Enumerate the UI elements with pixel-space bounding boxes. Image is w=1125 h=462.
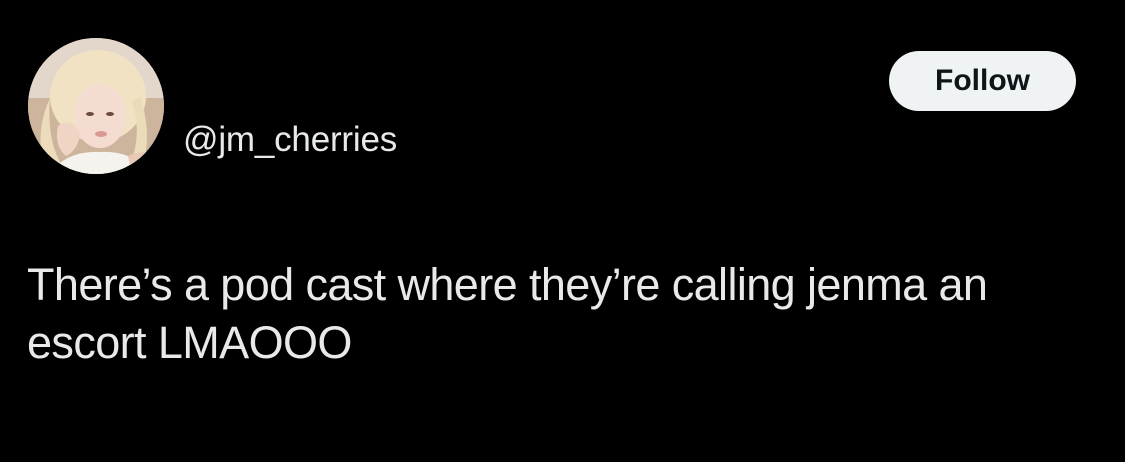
avatar-image [28,38,164,174]
avatar[interactable] [28,38,164,174]
tweet-card: @jm_cherries Follow There’s a pod cast w… [0,0,1125,462]
follow-button[interactable]: Follow [889,51,1076,111]
author-handle[interactable]: @jm_cherries [183,118,397,162]
tweet-text: There’s a pod cast where they’re calling… [27,259,988,368]
